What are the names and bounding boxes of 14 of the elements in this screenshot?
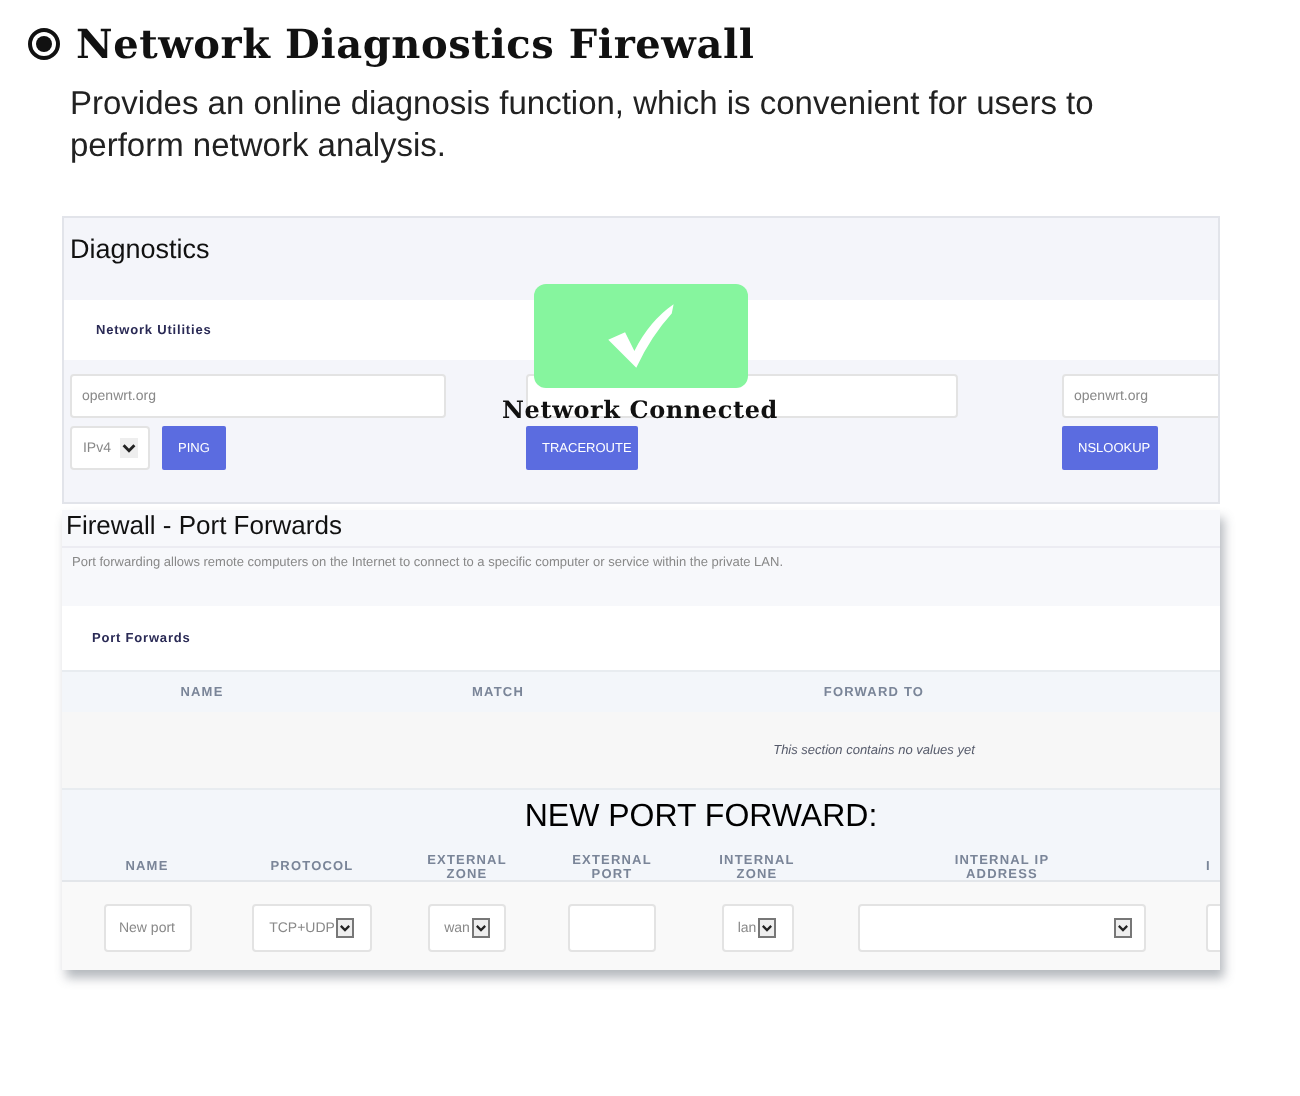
chevron-down-icon [471, 918, 490, 938]
panel-title: Diagnostics [68, 232, 212, 268]
section-title: NEW PORT FORWARD: [522, 800, 880, 836]
dropdown[interactable] [858, 904, 1146, 952]
input-field[interactable] [568, 904, 656, 952]
chevron-down-icon [758, 918, 777, 938]
chevron-down-icon [1114, 918, 1132, 938]
chevron-down-icon [336, 918, 355, 938]
radio-icon [28, 28, 60, 60]
page-title: Network Diagnostics Firewall [76, 20, 755, 68]
chevron-down-icon [119, 438, 137, 458]
description-text: Provides an online diagnosis function, which is convenient for users to perform network analysis. [70, 84, 1096, 168]
status-text: Network Connected [502, 396, 778, 424]
panel-title: Firewall - Port Forwards [62, 510, 1220, 548]
